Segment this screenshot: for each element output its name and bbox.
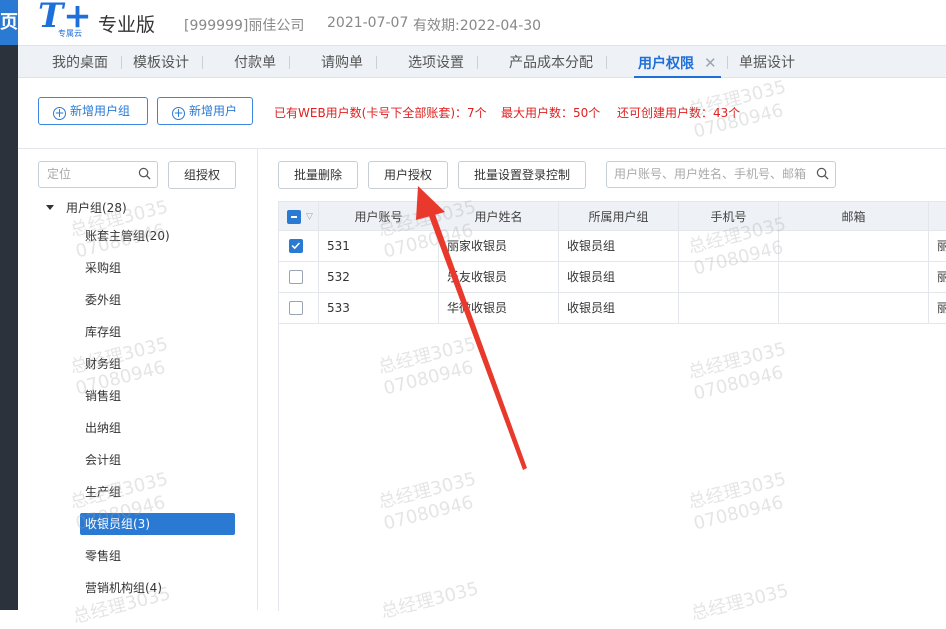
tab-desktop[interactable]: 我的桌面 [52, 46, 122, 78]
tab-cost-allocation[interactable]: 产品成本分配 [509, 46, 607, 78]
row-check-cell [279, 262, 319, 292]
column-phone[interactable]: 手机号 [679, 202, 779, 232]
chevron-down-icon[interactable]: ▽ [306, 202, 313, 232]
cell-phone [679, 262, 779, 292]
cell-name: 乐友收银员 [439, 262, 559, 292]
table-row[interactable]: 531 丽家收银员 收银员组 丽 [279, 231, 946, 262]
tree-node-user-groups[interactable]: 用户组(28) [66, 197, 127, 219]
select-all-cell[interactable]: ▽ [279, 202, 319, 232]
tree-node-marketing[interactable]: 营销机构组(4) [85, 577, 162, 599]
tree-node-retail[interactable]: 零售组 [85, 545, 121, 567]
tree-node-accounting[interactable]: 会计组 [85, 449, 121, 471]
cell-extra: 丽 [937, 301, 946, 315]
tree-node-cashier[interactable]: 出纳组 [85, 417, 121, 439]
edition-label: 专业版 [98, 14, 156, 36]
plus-circle-icon: + [172, 106, 185, 120]
tab-divider [727, 56, 728, 69]
search-icon [138, 167, 151, 180]
tree-node-purchase[interactable]: 采购组 [85, 257, 121, 279]
tab-user-permissions[interactable]: 用户权限 ✕ [634, 46, 721, 78]
tree-collapse-icon[interactable] [46, 205, 54, 210]
cell-group: 收银员组 [559, 231, 679, 261]
tree-node-production[interactable]: 生产组 [85, 481, 121, 503]
row-checkbox[interactable] [289, 301, 303, 315]
select-all-checkbox[interactable] [287, 210, 301, 224]
tree-node-sales[interactable]: 销售组 [85, 385, 121, 407]
close-icon[interactable]: ✕ [704, 54, 717, 72]
user-search-input[interactable]: 用户账号、用户姓名、手机号、邮箱 [606, 161, 836, 188]
user-table: ▽ 用户账号 用户姓名 所属用户组 手机号 邮箱 531 丽家收银员 收银员组 … [278, 201, 946, 611]
column-group[interactable]: 所属用户组 [559, 202, 679, 232]
column-name[interactable]: 用户姓名 [439, 202, 559, 232]
table-header: ▽ 用户账号 用户姓名 所属用户组 手机号 邮箱 [279, 201, 946, 232]
checkmark-icon [291, 242, 300, 250]
table-row[interactable]: 533 华微收银员 收银员组 丽 [279, 293, 946, 324]
user-authorize-button[interactable]: 用户授权 [368, 161, 448, 189]
row-check-cell [279, 293, 319, 323]
row-checkbox[interactable] [289, 270, 303, 284]
max-user-count: 最大用户数：50个 [501, 106, 601, 120]
column-email[interactable]: 邮箱 [779, 202, 929, 232]
cell-account: 533 [319, 293, 439, 323]
cell-phone [679, 231, 779, 261]
add-user-button[interactable]: + 新增用户 [157, 97, 253, 125]
tab-payment[interactable]: 付款单 [234, 46, 290, 78]
cell-group: 收银员组 [559, 293, 679, 323]
license-expiry: 有效期:2022-04-30 [413, 18, 542, 34]
current-date: 2021-07-07 [327, 15, 409, 31]
remaining-user-count: 还可创建用户数：43个 [617, 106, 741, 120]
company-name: [999999]丽佳公司 [184, 18, 305, 34]
row-checkbox[interactable] [289, 239, 303, 253]
home-tab-glyph: 页 [0, 12, 18, 33]
search-icon [816, 167, 829, 180]
tab-template-design[interactable]: 模板设计 [133, 46, 203, 78]
cell-name: 丽家收银员 [439, 231, 559, 261]
tree-node-inventory[interactable]: 库存组 [85, 321, 121, 343]
row-check-cell [279, 231, 319, 261]
column-account[interactable]: 用户账号 [319, 202, 439, 232]
cell-account: 532 [319, 262, 439, 292]
batch-delete-button[interactable]: 批量删除 [278, 161, 358, 189]
tree-node-finance[interactable]: 财务组 [85, 353, 121, 375]
workspace-tabs: 我的桌面 模板设计 付款单 请购单 选项设置 产品成本分配 用户权限 ✕ 单据设计 [18, 45, 946, 78]
cell-email [779, 293, 929, 323]
batch-login-control-button[interactable]: 批量设置登录控制 [458, 161, 586, 189]
cell-name: 华微收银员 [439, 293, 559, 323]
tree-node-account-admins[interactable]: 账套主管组(20) [85, 225, 170, 247]
cell-extra: 丽 [937, 270, 946, 284]
active-tab-indicator [634, 76, 721, 78]
tab-document-design[interactable]: 单据设计 [739, 46, 795, 78]
group-authorize-button[interactable]: 组授权 [168, 161, 236, 189]
product-logo: T+ 专属云 [38, 0, 98, 40]
table-row[interactable]: 532 乐友收银员 收银员组 丽 [279, 262, 946, 293]
logo-subtitle: 专属云 [58, 29, 82, 38]
user-list-panel: 批量删除 用户授权 批量设置登录控制 用户账号、用户姓名、手机号、邮箱 ▽ 用户… [258, 148, 946, 611]
app-header: T+ 专属云 专业版 [999999]丽佳公司 2021-07-07 有效期:2… [18, 0, 946, 45]
cell-extra: 丽 [937, 239, 946, 253]
tree-node-cashier-staff[interactable]: 收银员组(3) [80, 513, 235, 535]
app-side-strip: 页 [0, 0, 18, 610]
tree-node-outsourcing[interactable]: 委外组 [85, 289, 121, 311]
plus-circle-icon: + [53, 106, 66, 120]
cell-phone [679, 293, 779, 323]
tab-purchase-request[interactable]: 请购单 [321, 46, 377, 78]
user-group-panel: 定位 组授权 用户组(28) 账套主管组(20) 采购组 委外组 库存组 财务组… [18, 148, 258, 610]
cell-account: 531 [319, 231, 439, 261]
add-user-group-button[interactable]: + 新增用户组 [38, 97, 148, 125]
home-tab-edge[interactable]: 页 [0, 0, 18, 45]
locate-input[interactable]: 定位 [38, 161, 158, 188]
cell-email [779, 231, 929, 261]
web-user-count: 已有WEB用户数(卡号下全部账套)：7个 [274, 106, 487, 120]
cell-group: 收银员组 [559, 262, 679, 292]
cell-email [779, 262, 929, 292]
tab-options[interactable]: 选项设置 [408, 46, 478, 78]
